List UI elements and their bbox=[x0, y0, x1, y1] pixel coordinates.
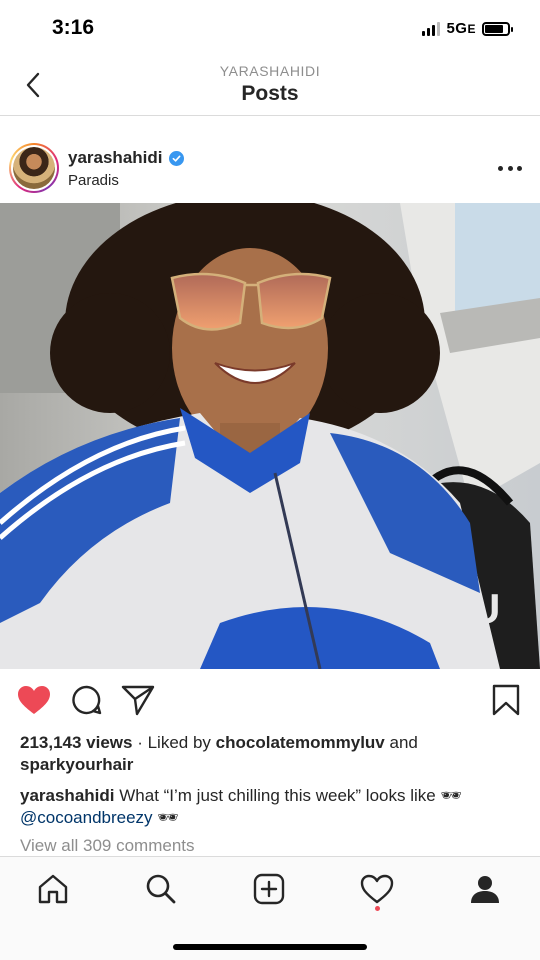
battery-icon bbox=[482, 21, 513, 36]
status-time: 3:16 bbox=[52, 16, 95, 39]
post-photo: U bbox=[0, 203, 540, 669]
network-type: 5GE bbox=[446, 20, 476, 37]
bookmark-icon bbox=[492, 684, 520, 716]
liked-by-user[interactable]: chocolatemommyluv bbox=[216, 733, 385, 752]
profile-icon bbox=[471, 876, 499, 903]
post-header: yarashahidi Paradis bbox=[0, 138, 540, 202]
page-title: Posts bbox=[241, 82, 299, 105]
username-row: yarashahidi bbox=[68, 148, 184, 168]
status-indicators: 5GE bbox=[422, 20, 513, 37]
share-button[interactable] bbox=[118, 680, 158, 720]
post-username[interactable]: yarashahidi bbox=[68, 148, 163, 168]
tab-activity[interactable] bbox=[357, 869, 397, 909]
caption-emoji: 🕶 bbox=[157, 808, 179, 827]
tab-home[interactable] bbox=[33, 869, 73, 909]
liked-by-prefix: · Liked by bbox=[137, 733, 211, 752]
caption-mention[interactable]: @cocoandbreezy bbox=[20, 808, 153, 827]
tab-new-post[interactable] bbox=[249, 869, 289, 909]
post-caption: yarashahidi What “I’m just chilling this… bbox=[20, 785, 530, 829]
comment-button[interactable] bbox=[67, 680, 107, 720]
nav-subtitle: YARASHAHIDI bbox=[219, 63, 321, 79]
tab-profile[interactable] bbox=[465, 869, 505, 909]
new-post-icon bbox=[253, 873, 285, 905]
like-button[interactable] bbox=[14, 680, 54, 720]
save-button[interactable] bbox=[486, 680, 526, 720]
activity-heart-icon bbox=[360, 874, 394, 904]
liked-by-user-2[interactable]: sparkyourhair bbox=[20, 755, 133, 774]
tab-bar bbox=[0, 856, 540, 960]
send-icon bbox=[121, 685, 155, 716]
home-icon bbox=[38, 874, 68, 904]
comment-icon bbox=[72, 685, 102, 715]
heart-filled-icon bbox=[18, 686, 50, 714]
post-stats: 213,143 views · Liked by chocolatemommyl… bbox=[20, 732, 520, 776]
tab-search[interactable] bbox=[141, 869, 181, 909]
home-indicator bbox=[173, 944, 367, 950]
search-icon bbox=[146, 874, 176, 904]
views-count[interactable]: 213,143 views bbox=[20, 733, 132, 752]
verified-badge-icon bbox=[168, 150, 184, 166]
nav-header: YARASHAHIDI Posts bbox=[0, 58, 540, 116]
view-comments-link[interactable]: View all 309 comments bbox=[20, 836, 195, 856]
notification-dot bbox=[375, 906, 380, 911]
post-location[interactable]: Paradis bbox=[68, 172, 119, 189]
caption-username[interactable]: yarashahidi bbox=[20, 786, 115, 805]
post-image[interactable]: U bbox=[0, 203, 540, 669]
status-bar: 3:16 5GE bbox=[0, 0, 540, 58]
caption-text: What “I’m just chilling this week” looks… bbox=[119, 786, 463, 805]
signal-icon bbox=[422, 21, 441, 36]
post-actions bbox=[0, 680, 540, 724]
avatar[interactable] bbox=[9, 143, 59, 193]
more-options-button[interactable] bbox=[498, 158, 522, 178]
liked-by-and: and bbox=[389, 733, 418, 752]
